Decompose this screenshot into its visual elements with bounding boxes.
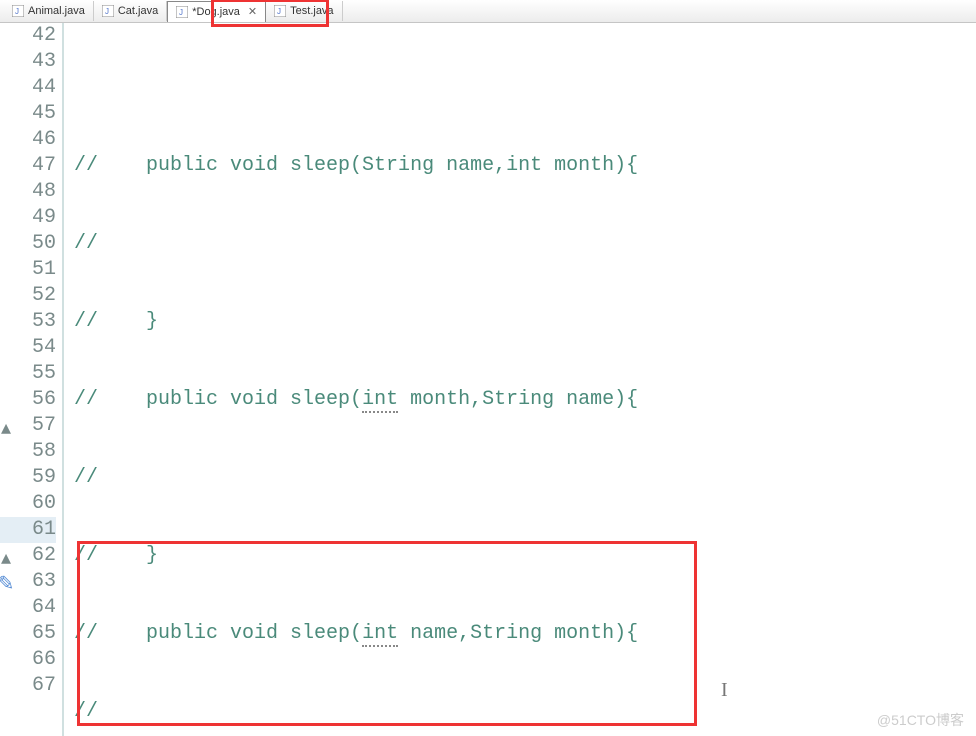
- tab-label: Animal.java: [28, 5, 85, 17]
- override-marker-icon: ▴: [0, 417, 12, 443]
- code-text: //: [74, 231, 976, 257]
- text-cursor-icon: I: [721, 677, 728, 703]
- tab-label: Test.java: [290, 5, 333, 17]
- java-file-icon: J: [274, 5, 286, 17]
- svg-text:J: J: [105, 7, 109, 16]
- tab-animal[interactable]: J Animal.java: [4, 1, 94, 21]
- code-text: //: [74, 154, 146, 177]
- code-area[interactable]: I // public void sleep(String name,int m…: [64, 23, 976, 736]
- java-file-icon: J: [102, 5, 114, 17]
- todo-marker-icon: ✎: [0, 573, 12, 599]
- tab-label: *Dog.java: [192, 6, 240, 18]
- code-editor[interactable]: 424344454647484950515253545556 ▴57 58596…: [0, 23, 976, 736]
- tab-label: Cat.java: [118, 5, 158, 17]
- svg-text:J: J: [15, 7, 19, 16]
- close-icon[interactable]: ✕: [248, 5, 257, 18]
- svg-text:J: J: [277, 7, 281, 16]
- svg-text:J: J: [179, 8, 183, 17]
- tab-test[interactable]: J Test.java: [266, 1, 342, 21]
- code-text: // }: [74, 309, 976, 335]
- java-file-icon: J: [176, 6, 188, 18]
- watermark: @51CTO博客: [877, 710, 964, 730]
- tab-cat[interactable]: J Cat.java: [94, 1, 167, 21]
- java-file-icon: J: [12, 5, 24, 17]
- editor-tabs: J Animal.java J Cat.java J *Dog.java ✕ J…: [0, 0, 976, 23]
- tab-dog[interactable]: J *Dog.java ✕: [167, 1, 266, 22]
- line-gutter: 424344454647484950515253545556 ▴57 58596…: [0, 23, 64, 736]
